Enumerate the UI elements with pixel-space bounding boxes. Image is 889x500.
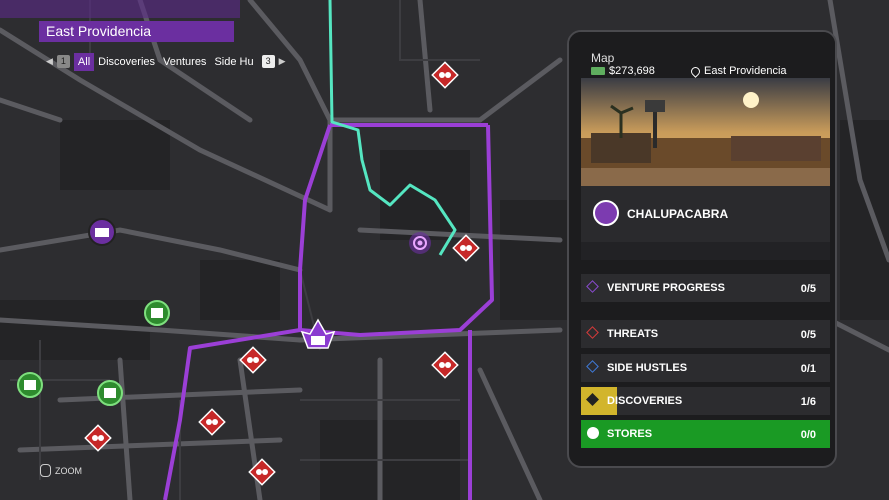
- stat-row-threats[interactable]: THREATS 0/5: [581, 320, 830, 348]
- location-display: East Providencia: [689, 64, 787, 78]
- stat-row-stores[interactable]: STORES 0/0: [581, 420, 830, 448]
- stat-label: SIDE HUSTLES: [607, 362, 688, 374]
- stat-label: THREATS: [607, 328, 659, 340]
- side-hustle-icon: [586, 360, 599, 373]
- stat-label: STORES: [607, 428, 653, 440]
- map-info-panel: Map $273,698 East Providencia CHALUPACAB…: [567, 30, 837, 468]
- map-filter-bar: ◀ 1 All Discoveries Ventures Side Hu 3 ▶: [46, 51, 286, 72]
- filter-tab-side-hustles[interactable]: Side Hu: [210, 53, 257, 71]
- stat-row-venture-progress[interactable]: VENTURE PROGRESS 0/5: [581, 274, 830, 302]
- stick-icon: [40, 464, 51, 477]
- left-arrow-icon[interactable]: ◀: [46, 56, 53, 67]
- filter-tab-all[interactable]: All: [73, 52, 95, 71]
- panel-title: Map: [591, 51, 615, 65]
- panel-header: Map $273,698 East Providencia: [569, 32, 835, 82]
- venture-icon: [593, 200, 619, 226]
- venture-row[interactable]: CHALUPACABRA: [581, 186, 830, 242]
- left-bumper-key[interactable]: 1: [56, 55, 70, 68]
- check-icon: [587, 427, 599, 439]
- stat-label: DISCOVERIES: [607, 395, 683, 407]
- threat-icon: [586, 326, 599, 339]
- stat-count: 1/6: [800, 396, 816, 408]
- venture-preview-image: [581, 78, 830, 186]
- stat-label: VENTURE PROGRESS: [607, 282, 725, 294]
- divider: [581, 242, 830, 260]
- cash-display: $273,698: [591, 65, 655, 77]
- zoom-hint: ZOOM: [40, 464, 82, 477]
- right-bumper-key[interactable]: 3: [261, 55, 275, 68]
- stat-count: 0/5: [800, 283, 816, 295]
- right-arrow-icon[interactable]: ▶: [279, 56, 286, 67]
- stat-row-discoveries[interactable]: DISCOVERIES 1/6: [581, 387, 830, 415]
- cash-amount: $273,698: [609, 65, 655, 77]
- player-marker-icon[interactable]: [409, 232, 431, 254]
- stat-count: 0/5: [800, 329, 816, 341]
- location-name: East Providencia: [704, 65, 787, 77]
- gun-store-icon[interactable]: [17, 372, 43, 398]
- clothing-store-icon[interactable]: [97, 380, 123, 406]
- venture-progress-icon: [586, 280, 599, 293]
- cash-icon: [591, 67, 605, 75]
- location-pin-icon: [689, 64, 702, 78]
- stat-count: 0/1: [800, 363, 816, 375]
- clothing-store-icon[interactable]: [144, 300, 170, 326]
- venture-icon[interactable]: [88, 218, 116, 246]
- stat-row-side-hustles[interactable]: SIDE HUSTLES 0/1: [581, 354, 830, 382]
- filter-tab-discoveries[interactable]: Discoveries: [94, 53, 159, 71]
- venture-name: CHALUPACABRA: [627, 207, 729, 221]
- region-title: East Providencia: [46, 23, 152, 39]
- zoom-label: ZOOM: [55, 465, 82, 476]
- stat-count: 0/0: [800, 429, 816, 441]
- filter-tab-ventures[interactable]: Ventures: [159, 53, 210, 71]
